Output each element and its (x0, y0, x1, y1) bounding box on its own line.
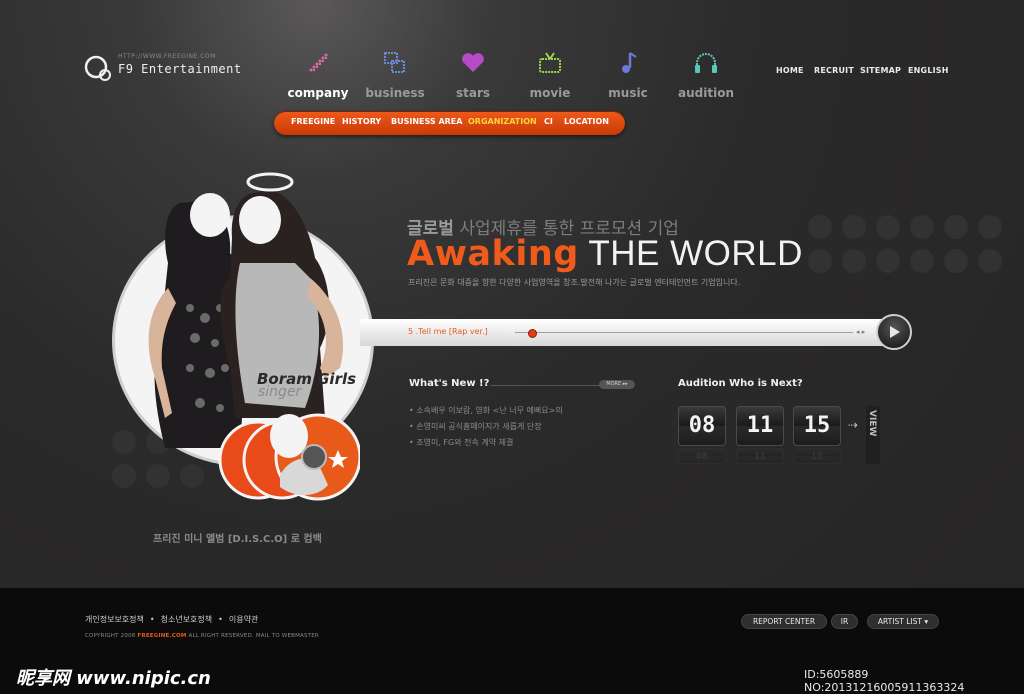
logo-url: HTTP://WWW.FREEGINE.COM (118, 53, 216, 60)
play-button[interactable] (876, 314, 912, 350)
countdown-minutes: 15 (793, 406, 841, 446)
play-icon (890, 326, 900, 338)
copyright-brand: FREEGINE.COM (137, 633, 187, 639)
pencil-icon (309, 53, 328, 72)
artist-list-dropdown[interactable]: ARTIST LIST ▾ (867, 614, 939, 629)
submenu-location[interactable]: LOCATION (564, 117, 609, 126)
separator-dot: • (149, 615, 155, 624)
news-item[interactable]: • 조영미, FG와 전속 계약 체결 (409, 437, 513, 448)
headphones-icon (695, 53, 717, 73)
whats-new-title: What's New !? (409, 378, 490, 389)
util-sitemap-link[interactable]: SITEMAP (860, 66, 901, 75)
footer-links: 개인정보보호정책 • 청소년보호정책 • 이용약관 (85, 614, 258, 625)
separator-dot: • (218, 615, 223, 624)
countdown-hours: 11 (736, 406, 784, 446)
util-english-link[interactable]: ENGLISH (908, 66, 949, 75)
nav-label: stars (455, 86, 491, 100)
youth-policy-link[interactable]: 청소년보호정책 (161, 615, 213, 624)
nav-label: company (287, 86, 349, 100)
tv-icon (539, 52, 561, 73)
logo[interactable]: HTTP://WWW.FREEGINE.COM F9 Entertainment (84, 50, 254, 90)
countdown-days: 08 (678, 406, 726, 446)
divider (490, 385, 600, 386)
logo-mark-icon (84, 55, 111, 81)
copyright: COPYRIGHT 2008 FREEGINE.COM ALL RIGHT RE… (85, 633, 319, 639)
nav-label: audition (678, 86, 734, 100)
nav-stars[interactable]: stars (438, 50, 508, 100)
headline-accent: Awaking (407, 234, 579, 274)
nav-business[interactable]: business (360, 50, 430, 100)
heart-icon (462, 53, 484, 72)
submenu-organization[interactable]: ORGANIZATION (468, 117, 537, 126)
news-item[interactable]: • 소속배우 이보람, 영화 <난 너무 예뻐요>의 (409, 405, 563, 416)
more-button[interactable]: MORE ▸▸ (599, 380, 635, 389)
privacy-policy-link[interactable]: 개인정보보호정책 (85, 615, 144, 624)
submenu-business-area[interactable]: BUSINESS AREA (391, 117, 462, 126)
hero-headline: Awaking THE WORLD (407, 234, 803, 274)
nav-label: movie (529, 86, 571, 100)
submenu-history[interactable]: HISTORY (342, 117, 381, 126)
view-button[interactable]: VIEW (866, 406, 880, 464)
nav-music[interactable]: music (593, 50, 663, 100)
album-caption[interactable]: 프리진 미니 앨범 [D.I.S.C.O] 로 컴백 (153, 530, 322, 545)
squares-icon (384, 52, 405, 73)
nav-company[interactable]: company (283, 50, 353, 100)
player-controls[interactable]: ◂ ▸ (856, 328, 865, 336)
hero-badge-subtitle: singer (258, 384, 302, 400)
nav-movie[interactable]: movie (515, 50, 585, 100)
watermark-right: ID:5605889 NO:20131216005911363324 (804, 668, 965, 694)
news-item[interactable]: • 손영미씨 공식홈페이지가 새롭게 단장 (409, 421, 542, 432)
nav-audition[interactable]: audition (671, 50, 741, 100)
nav-label: business (365, 86, 425, 100)
hero-tagline: 프리진은 문화 대중을 향한 다양한 사업영역을 창조.발전해 나가는 글로벌 … (408, 278, 741, 287)
progress-knob[interactable] (527, 329, 537, 338)
nav-label: music (608, 86, 648, 100)
report-center-button[interactable]: REPORT CENTER (741, 614, 827, 629)
util-home-link[interactable]: HOME (776, 66, 804, 75)
submenu-bar: FREEGINE HISTORY BUSINESS AREA ORGANIZAT… (274, 111, 625, 135)
countdown-reflection: 08 (678, 448, 726, 464)
copyright-suffix: ALL RIGHT RESERVED. MAIL TO WEBMASTER (186, 633, 319, 639)
view-label: VIEW (867, 410, 877, 437)
countdown-reflection: 15 (793, 448, 841, 464)
arrow-right-icon: ⇢ (848, 418, 859, 432)
terms-link[interactable]: 이용약관 (229, 615, 258, 624)
audition-title: Audition Who is Next? (678, 378, 803, 389)
album-cd-image (218, 413, 360, 501)
copyright-prefix: COPYRIGHT 2008 (85, 633, 138, 639)
progress-bar[interactable] (515, 332, 853, 333)
util-recruit-link[interactable]: RECRUIT (814, 66, 854, 75)
submenu-ci[interactable]: CI (544, 117, 553, 126)
logo-name: F9 Entertainment (118, 62, 242, 76)
headline-rest: THE WORLD (578, 234, 803, 273)
music-note-icon (622, 52, 637, 73)
countdown-reflection: 11 (736, 448, 784, 464)
track-title: 5 .Tell me [Rap ver.] (408, 327, 488, 336)
ir-button[interactable]: IR (831, 614, 858, 629)
submenu-freegine[interactable]: FREEGINE (291, 117, 335, 126)
watermark-left: 昵享网 www.nipic.cn (16, 668, 211, 689)
